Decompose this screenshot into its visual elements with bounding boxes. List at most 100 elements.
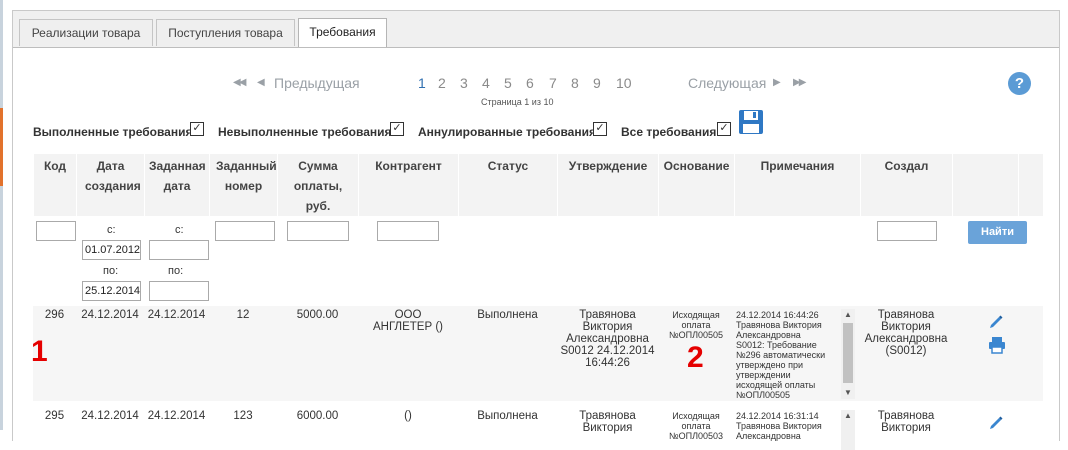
prev-page-link[interactable]: Предыдущая — [274, 75, 360, 91]
note-line: S0012: Требование — [736, 340, 817, 350]
page-link-2[interactable]: 2 — [438, 75, 446, 91]
filter-cancelled-label: Аннулированные требования — [418, 125, 596, 139]
col-header-code[interactable]: Код — [33, 154, 76, 216]
find-button[interactable]: Найти — [968, 221, 1027, 244]
basis-line: Исходящая — [672, 310, 720, 320]
code-filter-input[interactable] — [36, 221, 76, 241]
notes-scrollbar[interactable]: ▲ ▼ — [841, 309, 855, 399]
page-link-7[interactable]: 7 — [549, 75, 557, 91]
help-circle-icon[interactable]: ? — [1008, 72, 1031, 95]
page-link-8[interactable]: 8 — [571, 75, 579, 91]
tab-bar: Реализации товара Поступления товара Тре… — [13, 11, 1059, 48]
page-link-5[interactable]: 5 — [504, 75, 512, 91]
requirements-table: Код Дата создания Заданная дата Заданный… — [33, 154, 1043, 450]
date-created-to-input[interactable]: 25.12.2014 — [82, 281, 141, 301]
date-created-from-input[interactable]: 01.07.2012 — [82, 240, 141, 260]
approval-line: Травянова — [579, 410, 636, 422]
col-header-number-set[interactable]: Заданный номер — [209, 154, 277, 216]
col-header-notes[interactable]: Примечания — [734, 154, 860, 216]
sum-filter-input[interactable] — [287, 221, 349, 241]
scroll-up-icon[interactable]: ▲ — [841, 410, 855, 422]
date-set-from-label: с: — [175, 224, 184, 236]
cell-sum: 6000.00 — [296, 410, 339, 422]
creator-line: Виктория — [881, 422, 931, 434]
creator-line: Травянова — [877, 309, 935, 321]
cell-approval: Травянова Виктория Александровна S0012 2… — [557, 309, 658, 369]
page-link-10[interactable]: 10 — [616, 75, 632, 91]
scroll-down-icon[interactable]: ▼ — [841, 387, 855, 399]
filter-cancelled-checkbox[interactable]: ✓ — [593, 122, 607, 136]
col-header-approval[interactable]: Утверждение — [557, 154, 658, 216]
filter-done-checkbox[interactable]: ✓ — [190, 122, 204, 136]
last-page-icon[interactable]: ▶▶ — [793, 77, 806, 88]
page-link-9[interactable]: 9 — [593, 75, 601, 91]
col-header-status[interactable]: Статус — [458, 154, 557, 216]
filter-undone-checkbox[interactable]: ✓ — [390, 122, 404, 136]
date-created-from-label: с: — [107, 224, 116, 236]
pencil-edit-icon[interactable] — [988, 314, 1004, 330]
col-header-actions — [952, 154, 1018, 216]
pagination: ◀◀ ◀ Предыдущая 1 2 3 4 5 6 7 8 9 10 Сле… — [13, 75, 1059, 115]
date-set-from-input[interactable] — [149, 240, 209, 260]
next-arrow-icon[interactable]: ▶ — [773, 77, 781, 88]
tab-sales[interactable]: Реализации товара — [19, 19, 153, 46]
annotation-marker-2: 2 — [687, 341, 704, 374]
notes-scrollbar[interactable]: ▲ — [841, 410, 855, 450]
filter-all-label: Все требования — [621, 125, 717, 139]
col-header-creator[interactable]: Создал — [860, 154, 952, 216]
cell-notes: 24.12.2014 16:31:14 Травянова Виктория А… — [736, 411, 840, 441]
cell-date-created: 24.12.2014 — [81, 410, 139, 422]
approval-line: Александровна — [566, 333, 649, 345]
col-header-contractor[interactable]: Контрагент — [358, 154, 458, 216]
prev-arrow-icon[interactable]: ◀ — [257, 77, 265, 88]
page-link-6[interactable]: 6 — [526, 75, 534, 91]
cell-approval: Травянова Виктория — [557, 410, 658, 434]
cell-basis: Исходящая оплата №ОПЛ00503 — [658, 411, 734, 441]
scroll-up-icon[interactable]: ▲ — [841, 309, 855, 321]
page-link-4[interactable]: 4 — [482, 75, 490, 91]
date-set-to-label: по: — [168, 265, 184, 277]
page-link-1[interactable]: 1 — [418, 75, 426, 91]
next-page-link[interactable]: Следующая — [688, 75, 766, 91]
creator-filter-input[interactable] — [877, 221, 937, 241]
basis-line: №ОПЛ00505 — [668, 330, 724, 340]
basis-line: Исходящая — [672, 411, 720, 421]
printer-icon[interactable] — [988, 336, 1006, 354]
filter-done-label: Выполненные требования — [33, 125, 193, 139]
first-page-icon[interactable]: ◀◀ — [233, 77, 246, 88]
note-line: Травянова Виктория — [736, 320, 822, 330]
note-line: №ОПЛ00505 — [736, 390, 791, 400]
tab-receipts[interactable]: Поступления товара — [156, 19, 295, 46]
tab-requirements[interactable]: Требования — [298, 18, 387, 47]
filter-all-checkbox[interactable]: ✓ — [717, 122, 731, 136]
save-disk-icon[interactable] — [738, 109, 764, 135]
note-line: №296 автоматически — [736, 350, 826, 360]
col-header-date-created[interactable]: Дата создания — [76, 154, 144, 216]
filter-row: с: 01.07.2012 по: 25.12.2014 с: по: Найт… — [33, 216, 1043, 306]
filter-undone-label: Невыполненные требования — [218, 125, 392, 139]
cell-status: Выполнена — [477, 309, 538, 321]
table-row[interactable]: 296 24.12.2014 24.12.2014 12 5000.00 ООО… — [33, 306, 1043, 401]
date-set-to-input[interactable] — [149, 281, 209, 301]
pencil-edit-icon[interactable] — [988, 415, 1004, 431]
page-link-3[interactable]: 3 — [460, 75, 468, 91]
cell-contractor: ООО АНГЛЕТЕР () — [373, 309, 443, 333]
note-line: исходящей оплаты — [736, 380, 816, 390]
col-header-sum[interactable]: Сумма оплаты, руб. — [277, 154, 358, 216]
note-line: Александровна — [736, 431, 801, 441]
cell-basis: Исходящая оплата №ОПЛ00505 — [658, 310, 734, 340]
cell-creator: Травянова Виктория Александровна (S0012) — [860, 309, 952, 357]
col-header-date-set[interactable]: Заданная дата — [144, 154, 209, 216]
cell-status: Выполнена — [477, 410, 538, 422]
creator-line: Виктория — [881, 321, 931, 333]
col-header-basis[interactable]: Основание — [658, 154, 734, 216]
date-created-to-label: по: — [103, 265, 119, 277]
col-header-blank — [1018, 154, 1043, 216]
table-row[interactable]: 295 24.12.2014 24.12.2014 123 6000.00 ()… — [33, 407, 1043, 450]
scroll-thumb[interactable] — [843, 323, 853, 383]
basis-line: оплата — [681, 320, 711, 330]
number-filter-input[interactable] — [215, 221, 275, 241]
approval-line: S0012 24.12.2014 — [560, 345, 655, 357]
left-window-edge — [0, 0, 3, 430]
contractor-filter-input[interactable] — [377, 221, 439, 241]
